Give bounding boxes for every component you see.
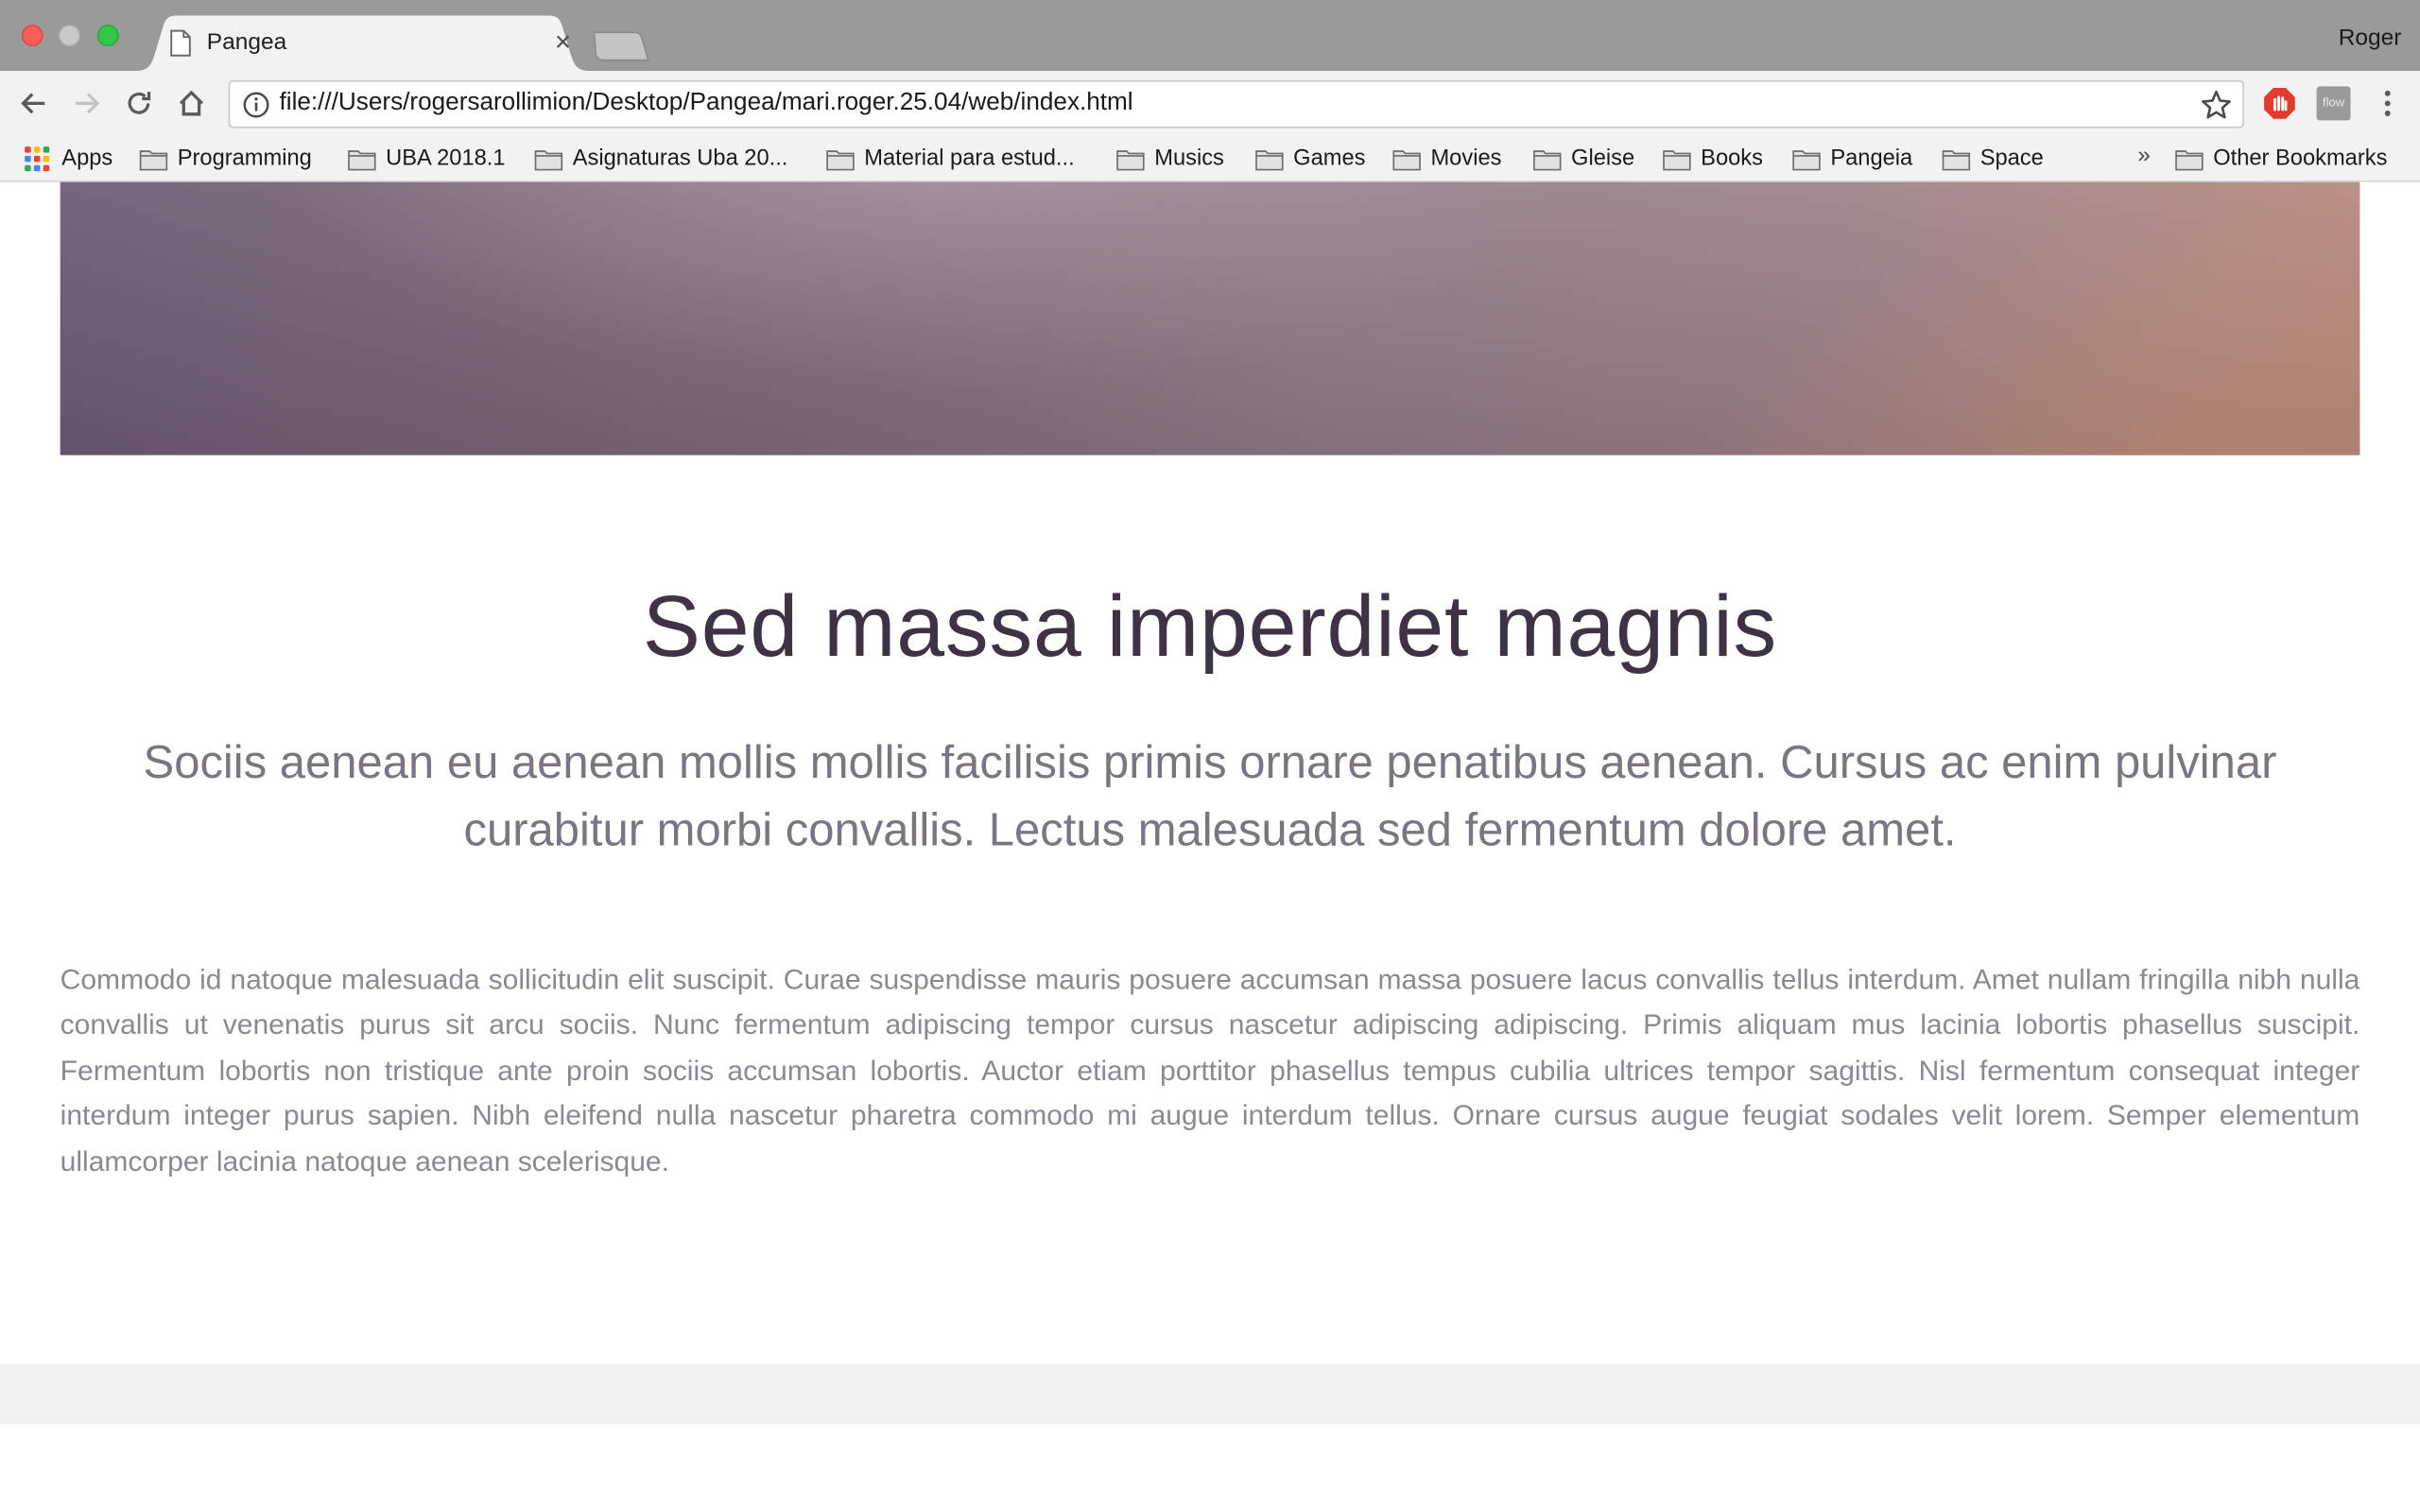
bookmark-folder[interactable]: Programming — [139, 142, 312, 176]
bookmark-label: UBA 2018.1 — [386, 146, 506, 172]
menu-kebab-icon[interactable] — [2371, 86, 2405, 120]
folder-icon — [2175, 149, 2204, 170]
tab-title: Pangea — [206, 29, 287, 56]
home-icon — [179, 90, 204, 116]
bookmark-label: Games — [1293, 146, 1366, 172]
bookmark-other[interactable]: Other Bookmarks — [2174, 142, 2387, 176]
new-tab-button[interactable] — [588, 31, 649, 62]
bookmark-folder[interactable]: Games — [1254, 142, 1365, 176]
bookmark-label: Musics — [1154, 146, 1224, 172]
reload-icon — [128, 92, 151, 114]
bookmark-folder[interactable]: Gleise — [1532, 142, 1634, 176]
apps-grid-icon — [25, 146, 50, 172]
bookmark-folder[interactable]: Movies — [1392, 142, 1502, 176]
url-text[interactable]: file:///Users/rogersarollimion/Desktop/P… — [280, 90, 1133, 117]
bookmark-star-icon[interactable] — [2200, 88, 2234, 122]
tab-pangea[interactable]: Pangea × — [135, 15, 590, 72]
hero-image — [60, 181, 2360, 455]
info-icon[interactable] — [242, 91, 269, 118]
folder-icon — [1533, 149, 1562, 170]
folder-icon — [1663, 149, 1691, 170]
zoom-window-button[interactable] — [96, 25, 119, 46]
folder-icon — [1942, 149, 1971, 170]
bookmarks-bar: Apps Programming UBA 2018.1 Asignaturas … — [0, 135, 2420, 182]
tab-strip: Pangea × Roger — [0, 0, 2420, 72]
adblock-extension-icon[interactable] — [2262, 86, 2296, 120]
web-page: Sed massa imperdiet magnis Sociis aenean… — [0, 181, 2420, 1512]
bookmarks-overflow-button[interactable]: » — [2137, 142, 2151, 168]
bookmark-folder[interactable]: Material para estud... — [825, 142, 1075, 176]
bookmark-label: Asignaturas Uba 20... — [572, 146, 788, 172]
forward-arrow-icon — [75, 93, 100, 114]
bookmark-folder[interactable]: Space — [1942, 142, 2044, 176]
bookmark-folder[interactable]: Asignaturas Uba 20... — [534, 142, 787, 176]
footer-band — [0, 1364, 2420, 1424]
bookmark-label: Other Bookmarks — [2213, 146, 2388, 172]
back-arrow-icon — [21, 93, 45, 114]
reload-button[interactable] — [120, 85, 157, 122]
folder-icon — [1255, 149, 1284, 170]
tab-shape — [135, 15, 590, 72]
bookmark-label: Gleise — [1571, 146, 1635, 172]
folder-icon — [534, 149, 563, 170]
page-subtitle: Sociis aenean eu aenean mollis mollis fa… — [143, 737, 2277, 857]
close-window-button[interactable] — [21, 25, 43, 46]
bookmark-label: Books — [1701, 146, 1763, 172]
bookmark-folder[interactable]: UBA 2018.1 — [347, 142, 506, 176]
bookmark-label: Apps — [61, 146, 113, 172]
bookmark-folder[interactable]: Pangeia — [1792, 142, 1913, 176]
bookmark-label: Movies — [1430, 146, 1502, 172]
page-icon — [170, 29, 191, 57]
bookmark-label: Pangeia — [1830, 146, 1913, 172]
profile-name[interactable]: Roger — [2339, 25, 2402, 51]
flow-extension-icon[interactable]: flow — [2316, 86, 2351, 121]
bookmark-apps[interactable]: Apps — [25, 142, 112, 176]
folder-icon — [1792, 149, 1821, 170]
home-button[interactable] — [173, 85, 210, 122]
address-bar[interactable]: file:///Users/rogersarollimion/Desktop/P… — [228, 79, 2244, 129]
folder-icon — [348, 149, 376, 170]
body-paragraph: Commodo id natoque malesuada sollicitudi… — [60, 962, 2360, 1177]
bookmark-label: Programming — [177, 146, 312, 172]
bookmark-label: Space — [1979, 146, 2044, 172]
page-heading: Sed massa imperdiet magnis — [642, 576, 1778, 675]
forward-button[interactable] — [68, 85, 105, 122]
folder-icon — [1392, 149, 1421, 170]
bookmark-folder[interactable]: Books — [1662, 142, 1763, 176]
folder-icon — [826, 149, 855, 170]
back-button[interactable] — [15, 85, 52, 122]
minimize-window-button[interactable] — [59, 25, 80, 46]
bookmark-folder[interactable]: Musics — [1115, 142, 1224, 176]
browser-toolbar: file:///Users/rogersarollimion/Desktop/P… — [0, 71, 2420, 136]
folder-icon — [1116, 149, 1145, 170]
folder-icon — [139, 149, 168, 170]
tab-close-icon[interactable]: × — [555, 26, 571, 59]
bookmark-label: Material para estud... — [864, 146, 1075, 172]
